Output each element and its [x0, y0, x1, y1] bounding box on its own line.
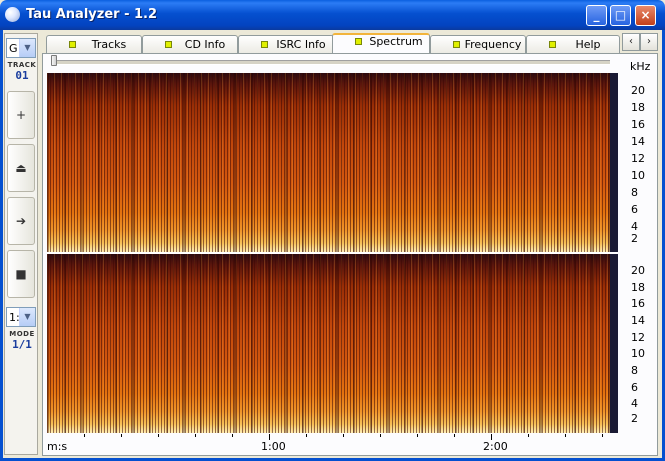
spectrogram-texture: [47, 73, 610, 252]
time-tick: [232, 434, 233, 437]
freq-tick-label: 2: [631, 412, 638, 425]
freq-tick-label: 14: [631, 135, 645, 148]
freq-tick-label: 20: [631, 84, 645, 97]
eject-icon: ⏏: [15, 161, 27, 175]
time-tick: [380, 434, 381, 437]
tab-strip: Tracks CD Info ISRC Info Spectrum Freque…: [42, 33, 620, 54]
stop-icon: ■: [15, 267, 27, 281]
tab-label: Spectrum: [369, 35, 423, 48]
minimize-button[interactable]: _: [586, 5, 607, 26]
freq-tick-label: 12: [631, 331, 645, 344]
freq-tick-label: 6: [631, 381, 638, 394]
freq-tick-label: 16: [631, 118, 645, 131]
time-tick: [158, 434, 159, 437]
close-button[interactable]: ×: [635, 5, 656, 26]
chevron-down-icon[interactable]: ▼: [19, 308, 35, 326]
mode-value: 1/1: [12, 338, 32, 351]
tab-frequency[interactable]: Frequency: [430, 35, 526, 53]
position-slider-track[interactable]: [52, 60, 610, 65]
tab-label: Tracks: [91, 38, 127, 51]
time-tick: [306, 434, 307, 437]
spectrogram-left-channel: [47, 73, 610, 252]
chevron-down-icon[interactable]: ▼: [19, 39, 35, 57]
left-toolbar: G ▼ TRACK 01 + ⏏ ➔ ■ 1: ▼ MODE 1/1: [4, 33, 38, 455]
freq-tick-label: 18: [631, 101, 645, 114]
freq-tick-label: 14: [631, 314, 645, 327]
title-bar[interactable]: Tau Analyzer - 1.2 _ □ ×: [0, 0, 665, 30]
time-tick: [454, 434, 455, 437]
window-title: Tau Analyzer - 1.2: [26, 7, 158, 22]
forward-button[interactable]: ➔: [7, 197, 35, 245]
tab-tracks[interactable]: Tracks: [46, 35, 142, 53]
plus-icon: +: [15, 108, 27, 122]
freq-tick-label: 20: [631, 264, 645, 277]
tab-help[interactable]: Help: [526, 35, 620, 53]
spectrogram-texture: [47, 254, 610, 433]
mode-select[interactable]: 1: ▼: [6, 307, 36, 327]
tab-scroll-right-button[interactable]: ›: [640, 33, 658, 51]
mode-caption: MODE: [9, 330, 35, 338]
tab-cd-info[interactable]: CD Info: [142, 35, 238, 53]
frequency-unit-label: kHz: [630, 60, 651, 73]
tab-spectrum[interactable]: Spectrum: [332, 33, 430, 54]
freq-tick-label: 12: [631, 152, 645, 165]
time-tick: [195, 434, 196, 437]
freq-tick-label: 10: [631, 347, 645, 360]
drive-select-value: G: [9, 42, 18, 55]
track-number: 01: [15, 69, 29, 82]
arrow-right-icon: ➔: [15, 214, 27, 228]
drive-select[interactable]: G ▼: [6, 38, 36, 58]
time-tick: [417, 434, 418, 437]
stop-button[interactable]: ■: [7, 250, 35, 298]
time-tick: [121, 434, 122, 437]
time-axis: m:s 1:00 2:00: [47, 434, 610, 454]
time-axis-unit-label: m:s: [47, 440, 68, 453]
freq-tick-label: 16: [631, 297, 645, 310]
freq-tick-label: 4: [631, 397, 638, 410]
track-caption: TRACK: [7, 61, 37, 69]
time-tick: [343, 434, 344, 437]
position-slider-thumb[interactable]: [51, 55, 57, 66]
freq-tick-label: 2: [631, 232, 638, 245]
freq-tick-label: 18: [631, 281, 645, 294]
tab-label: CD Info: [184, 38, 226, 51]
spectrogram-edge: [610, 254, 618, 433]
time-label: 2:00: [483, 440, 508, 453]
tab-isrc-info[interactable]: ISRC Info: [238, 35, 334, 53]
spectrogram-right-channel: [47, 254, 610, 433]
add-button[interactable]: +: [7, 91, 35, 139]
maximize-button[interactable]: □: [610, 5, 631, 26]
time-tick: [528, 434, 529, 437]
tab-label: Help: [575, 38, 601, 51]
time-tick: [84, 434, 85, 437]
freq-tick-label: 8: [631, 186, 638, 199]
tab-scroll-left-button[interactable]: ‹: [622, 33, 640, 51]
eject-button[interactable]: ⏏: [7, 144, 35, 192]
tab-label: Frequency: [464, 38, 522, 51]
spectrogram-edge: [610, 73, 618, 252]
time-tick: [565, 434, 566, 437]
time-tick: [602, 434, 603, 437]
freq-tick-label: 6: [631, 203, 638, 216]
time-label: 1:00: [261, 440, 286, 453]
tab-label: ISRC Info: [276, 38, 326, 51]
freq-tick-label: 10: [631, 169, 645, 182]
app-icon: [5, 7, 20, 22]
freq-tick-label: 8: [631, 364, 638, 377]
